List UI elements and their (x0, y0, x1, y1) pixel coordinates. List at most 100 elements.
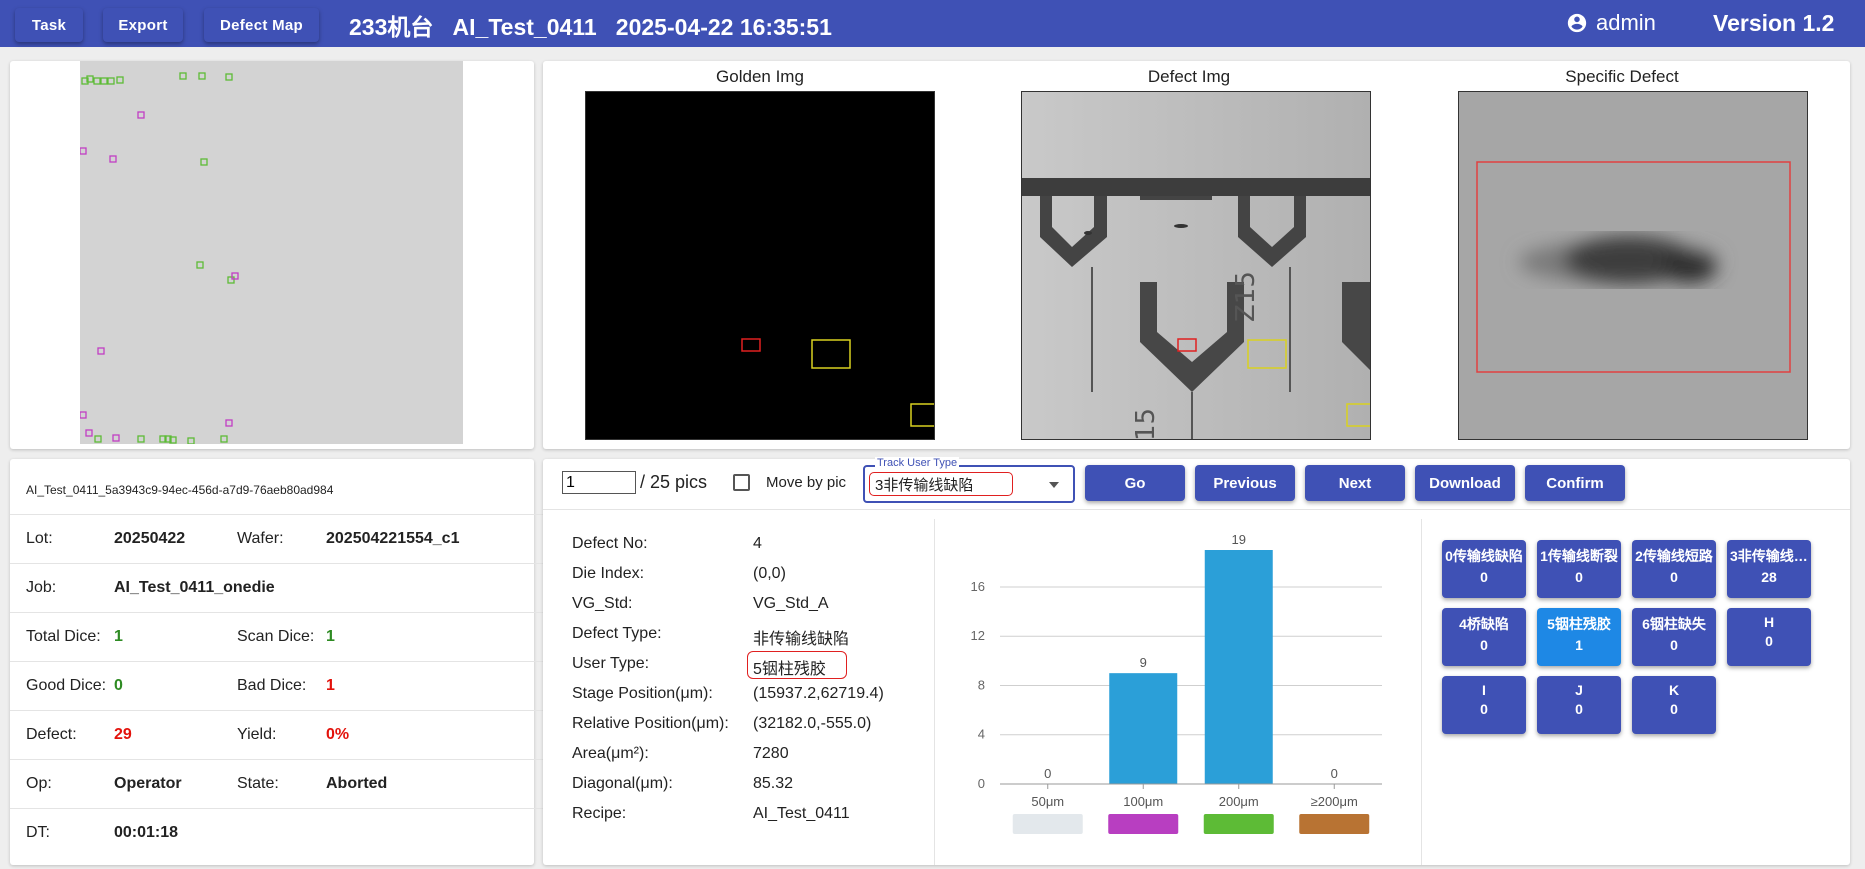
x-tick-label: 50μm (1031, 794, 1064, 809)
user-type-button[interactable]: 0传输线缺陷 0 (1442, 540, 1526, 598)
wafer-map[interactable] (80, 61, 463, 444)
op-value: Operator (114, 775, 182, 792)
user-type-button[interactable]: 2传输线短路 0 (1632, 540, 1716, 598)
detail-value: 85.32 (753, 775, 794, 792)
golden-image[interactable] (585, 91, 935, 440)
user-name: admin (1596, 10, 1656, 35)
defect-image-canvas: Z15 15 (1022, 92, 1370, 439)
user-type-name: 1传输线断裂 (1540, 548, 1618, 564)
detail-label: Area(μm²): (572, 745, 649, 762)
detail-value: (15937.2,62719.4) (753, 685, 884, 702)
legend-swatch (1108, 814, 1179, 834)
yield-value: 0% (326, 726, 350, 743)
detail-label: Defect Type: (572, 625, 662, 642)
version-label: Version 1.2 (1713, 10, 1835, 36)
svg-text:Z15: Z15 (1231, 271, 1261, 322)
track-user-type-label: Track User Type (875, 457, 960, 469)
user-type-name: 4桥缺陷 (1459, 616, 1509, 632)
user-type-button[interactable]: 5铟柱残胶 1 (1537, 608, 1621, 666)
user-type-count: 1 (1575, 637, 1583, 653)
move-by-pic-checkbox[interactable] (733, 474, 750, 491)
account-circle-icon (1567, 13, 1587, 33)
bar-value-label: 0 (1331, 766, 1338, 781)
specific-defect-image[interactable] (1458, 91, 1808, 440)
divider (1421, 519, 1422, 865)
job-value: AI_Test_0411_onedie (114, 579, 275, 596)
defect-size-chart: 0 4 8 12 16 0 50μm 9 100μm 19 200μm 0 ≥200μm (971, 532, 1382, 834)
bar (1204, 550, 1273, 784)
user-type-button[interactable]: H0 (1727, 608, 1811, 666)
detail-label: VG_Std: (572, 595, 633, 612)
user-menu[interactable]: admin (1566, 10, 1656, 36)
go-button[interactable]: Go (1085, 465, 1185, 501)
x-tick-label: 100μm (1123, 794, 1163, 809)
detail-value: 4 (753, 535, 762, 552)
wafer-info-panel: AI_Test_0411_5a3943c9-94ec-456d-a7d9-76a… (10, 459, 544, 865)
legend-swatch (1299, 814, 1370, 834)
detail-label: Stage Position(μm): (572, 685, 713, 702)
y-tick-label: 16 (971, 579, 985, 594)
user-type-button[interactable]: 1传输线断裂 0 (1537, 540, 1621, 598)
bar-value-label: 0 (1044, 766, 1051, 781)
user-type-button[interactable]: 3非传输线缺陷 28 (1727, 540, 1811, 598)
user-type-name: J (1575, 682, 1583, 698)
user-type-name: 3非传输线缺陷 (1730, 548, 1811, 564)
download-button[interactable]: Download (1415, 465, 1515, 501)
user-type-name: 5铟柱残胶 (1547, 616, 1611, 632)
legend-swatch (1012, 814, 1083, 834)
x-tick-label: ≥200μm (1311, 794, 1358, 809)
page-input[interactable] (562, 471, 636, 494)
detail-value: AI_Test_0411 (753, 805, 850, 822)
user-type-button[interactable]: 4桥缺陷 0 (1442, 608, 1526, 666)
top-bar: Task Export Defect Map 233机台 AI_Test_041… (0, 0, 1865, 47)
user-type-count: 0 (1480, 701, 1488, 717)
detail-label: User Type: (572, 655, 650, 672)
user-type-name: 0传输线缺陷 (1445, 548, 1523, 564)
defect-image[interactable]: Z15 15 (1021, 91, 1371, 440)
defect-label: Defect: (26, 726, 77, 743)
export-button[interactable]: Export (103, 8, 183, 42)
divider (543, 509, 1850, 510)
defect-map-button[interactable]: Defect Map (204, 8, 319, 42)
user-type-name: 6铟柱缺失 (1642, 616, 1706, 632)
divider (934, 519, 935, 865)
y-tick-label: 8 (978, 677, 985, 692)
bar-value-label: 19 (1232, 532, 1246, 547)
previous-button[interactable]: Previous (1195, 465, 1295, 501)
yield-label: Yield: (237, 726, 277, 743)
user-type-count: 0 (1480, 637, 1488, 653)
y-tick-label: 0 (978, 776, 985, 791)
good-dice-value: 0 (114, 677, 123, 694)
detail-label: Die Index: (572, 565, 645, 582)
bar (1109, 673, 1178, 784)
wafer-value: 202504221554_c1 (326, 530, 460, 547)
detail-value: 7280 (753, 745, 789, 762)
user-type-count: 0 (1670, 569, 1678, 585)
user-type-button[interactable]: 6铟柱缺失 0 (1632, 608, 1716, 666)
detail-value: (0,0) (753, 565, 786, 582)
dt-value: 00:01:18 (114, 824, 179, 841)
detail-value: (32182.0,-555.0) (753, 715, 872, 732)
x-tick-label: 200μm (1219, 794, 1259, 809)
user-type-button[interactable]: K0 (1632, 676, 1716, 734)
user-type-button[interactable]: I0 (1442, 676, 1526, 734)
user-type-button[interactable]: J0 (1537, 676, 1621, 734)
user-type-highlight (747, 651, 847, 679)
detail-value: 非传输线缺陷 (753, 631, 850, 648)
next-button[interactable]: Next (1305, 465, 1405, 501)
user-type-count: 0 (1670, 701, 1678, 717)
bad-dice-label: Bad Dice: (237, 677, 307, 694)
bar-value-label: 9 (1140, 655, 1147, 670)
move-by-pic-label: Move by pic (766, 474, 847, 491)
good-dice-label: Good Dice: (26, 677, 107, 694)
user-type-name: I (1482, 682, 1486, 698)
lot-value: 20250422 (114, 530, 186, 547)
track-user-type-select[interactable]: Track User Type 3非传输线缺陷 (863, 457, 1075, 503)
user-type-name: K (1668, 682, 1680, 698)
scan-dice-value: 1 (326, 628, 335, 645)
task-button[interactable]: Task (15, 8, 83, 42)
state-label: State: (237, 775, 279, 792)
golden-image-canvas (741, 338, 934, 427)
detail-label: Diagonal(μm): (572, 775, 673, 792)
confirm-button[interactable]: Confirm (1525, 465, 1625, 501)
